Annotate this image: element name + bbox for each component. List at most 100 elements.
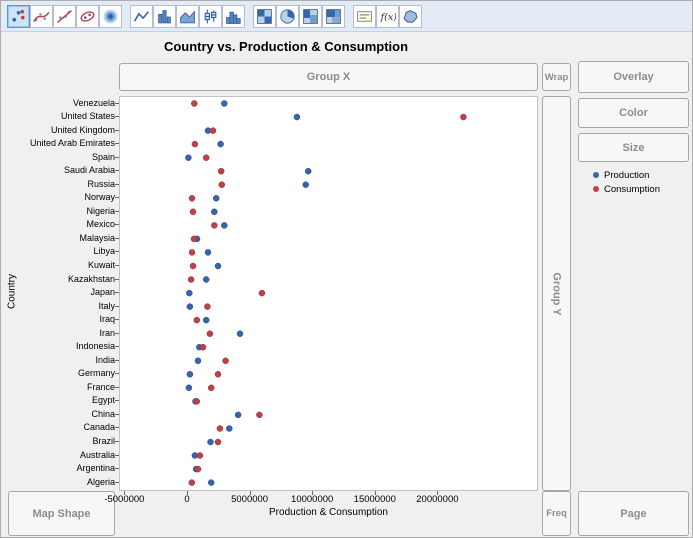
consumption-point[interactable] [219, 182, 225, 188]
tool-contour-icon[interactable] [99, 5, 122, 28]
production-point[interactable] [226, 426, 232, 432]
production-point[interactable] [237, 331, 243, 337]
graph-builder-window: f(x) Country vs. Production & Consumptio… [0, 0, 693, 538]
consumption-point[interactable] [197, 453, 203, 459]
consumption-point[interactable] [218, 168, 224, 174]
production-point[interactable] [186, 290, 192, 296]
drop-zone-wrap[interactable]: Wrap [542, 63, 571, 91]
consumption-point[interactable] [195, 466, 201, 472]
production-point[interactable] [208, 480, 214, 486]
y-tick-mark [115, 170, 119, 171]
drop-zone-size[interactable]: Size [578, 133, 689, 162]
consumption-point[interactable] [204, 304, 210, 310]
consumption-point[interactable] [189, 480, 195, 486]
consumption-point[interactable] [211, 222, 217, 228]
production-point[interactable] [294, 114, 300, 120]
y-tick-label: United Kingdom [15, 125, 115, 135]
plot-area[interactable] [119, 96, 538, 491]
consumption-point[interactable] [210, 128, 216, 134]
y-tick-mark [115, 279, 119, 280]
production-point[interactable] [186, 385, 192, 391]
drop-zone-page[interactable]: Page [578, 491, 689, 536]
drop-zone-overlay[interactable]: Overlay [578, 61, 689, 93]
consumption-point[interactable] [194, 317, 200, 323]
drop-zone-group-x[interactable]: Group X [119, 63, 538, 91]
legend-item-consumption[interactable]: Consumption [593, 182, 660, 196]
production-point[interactable] [235, 412, 241, 418]
production-point[interactable] [213, 195, 219, 201]
tool-line-of-fit-icon[interactable] [53, 5, 76, 28]
tool-caption-box-icon[interactable] [353, 5, 376, 28]
plot-points [120, 97, 537, 490]
consumption-point[interactable] [460, 114, 466, 120]
drop-zone-freq[interactable]: Freq [542, 491, 571, 536]
tool-box-plot-icon[interactable] [199, 5, 222, 28]
production-point[interactable] [187, 371, 193, 377]
y-tick-label: United States [15, 111, 115, 121]
consumption-point[interactable] [259, 290, 265, 296]
drop-zone-color[interactable]: Color [578, 98, 689, 128]
production-point[interactable] [221, 222, 227, 228]
production-point[interactable] [208, 439, 214, 445]
y-tick-label: Venezuela [15, 98, 115, 108]
production-point[interactable] [211, 209, 217, 215]
consumption-point[interactable] [223, 358, 229, 364]
tool-ellipse-icon[interactable] [76, 5, 99, 28]
y-tick-mark [115, 238, 119, 239]
consumption-point[interactable] [191, 236, 197, 242]
production-point[interactable] [221, 101, 227, 107]
tool-pie-icon[interactable] [276, 5, 299, 28]
production-point[interactable] [203, 317, 209, 323]
production-point[interactable] [215, 263, 221, 269]
tool-heatmap-icon[interactable] [253, 5, 276, 28]
legend-item-label: Consumption [604, 184, 660, 195]
production-point[interactable] [203, 277, 209, 283]
y-tick-mark [115, 455, 119, 456]
tool-bar-icon[interactable] [153, 5, 176, 28]
drop-zone-group-y[interactable]: Group Y [542, 96, 571, 491]
tool-map-shapes-icon[interactable] [399, 5, 422, 28]
y-tick-label: Kuwait [15, 260, 115, 270]
consumption-point[interactable] [194, 398, 200, 404]
consumption-point[interactable] [192, 141, 198, 147]
tool-area-icon[interactable] [176, 5, 199, 28]
y-tick-mark [115, 157, 119, 158]
tool-points-icon[interactable] [7, 5, 30, 28]
y-tick-label: India [15, 355, 115, 365]
consumption-point[interactable] [190, 263, 196, 269]
y-tick-label: Argentina [15, 463, 115, 473]
production-point[interactable] [195, 358, 201, 364]
tool-mosaic-icon[interactable] [299, 5, 322, 28]
consumption-point[interactable] [191, 101, 197, 107]
production-point[interactable] [303, 182, 309, 188]
consumption-point[interactable] [188, 277, 194, 283]
production-point[interactable] [187, 304, 193, 310]
drop-zone-page-label: Page [620, 508, 646, 520]
tool-formula-icon[interactable]: f(x) [376, 5, 399, 28]
consumption-point[interactable] [190, 209, 196, 215]
consumption-point[interactable] [189, 195, 195, 201]
consumption-point[interactable] [207, 331, 213, 337]
tool-treemap-icon[interactable] [322, 5, 345, 28]
y-tick-label: Iraq [15, 314, 115, 324]
consumption-point[interactable] [203, 155, 209, 161]
consumption-point[interactable] [256, 412, 262, 418]
production-point[interactable] [185, 155, 191, 161]
legend-item-production[interactable]: Production [593, 168, 660, 182]
production-point[interactable] [205, 249, 211, 255]
y-tick-mark [115, 265, 119, 266]
tool-histogram-icon[interactable] [222, 5, 245, 28]
consumption-point[interactable] [215, 371, 221, 377]
y-tick-label: Indonesia [15, 341, 115, 351]
consumption-point[interactable] [208, 385, 214, 391]
production-point[interactable] [305, 168, 311, 174]
tool-smoother-icon[interactable] [30, 5, 53, 28]
consumption-point[interactable] [189, 249, 195, 255]
consumption-point[interactable] [200, 344, 206, 350]
tool-line-icon[interactable] [130, 5, 153, 28]
legend-marker-icon [593, 186, 599, 192]
production-point[interactable] [218, 141, 224, 147]
consumption-point[interactable] [215, 439, 221, 445]
drop-zone-color-label: Color [619, 107, 648, 119]
consumption-point[interactable] [217, 426, 223, 432]
